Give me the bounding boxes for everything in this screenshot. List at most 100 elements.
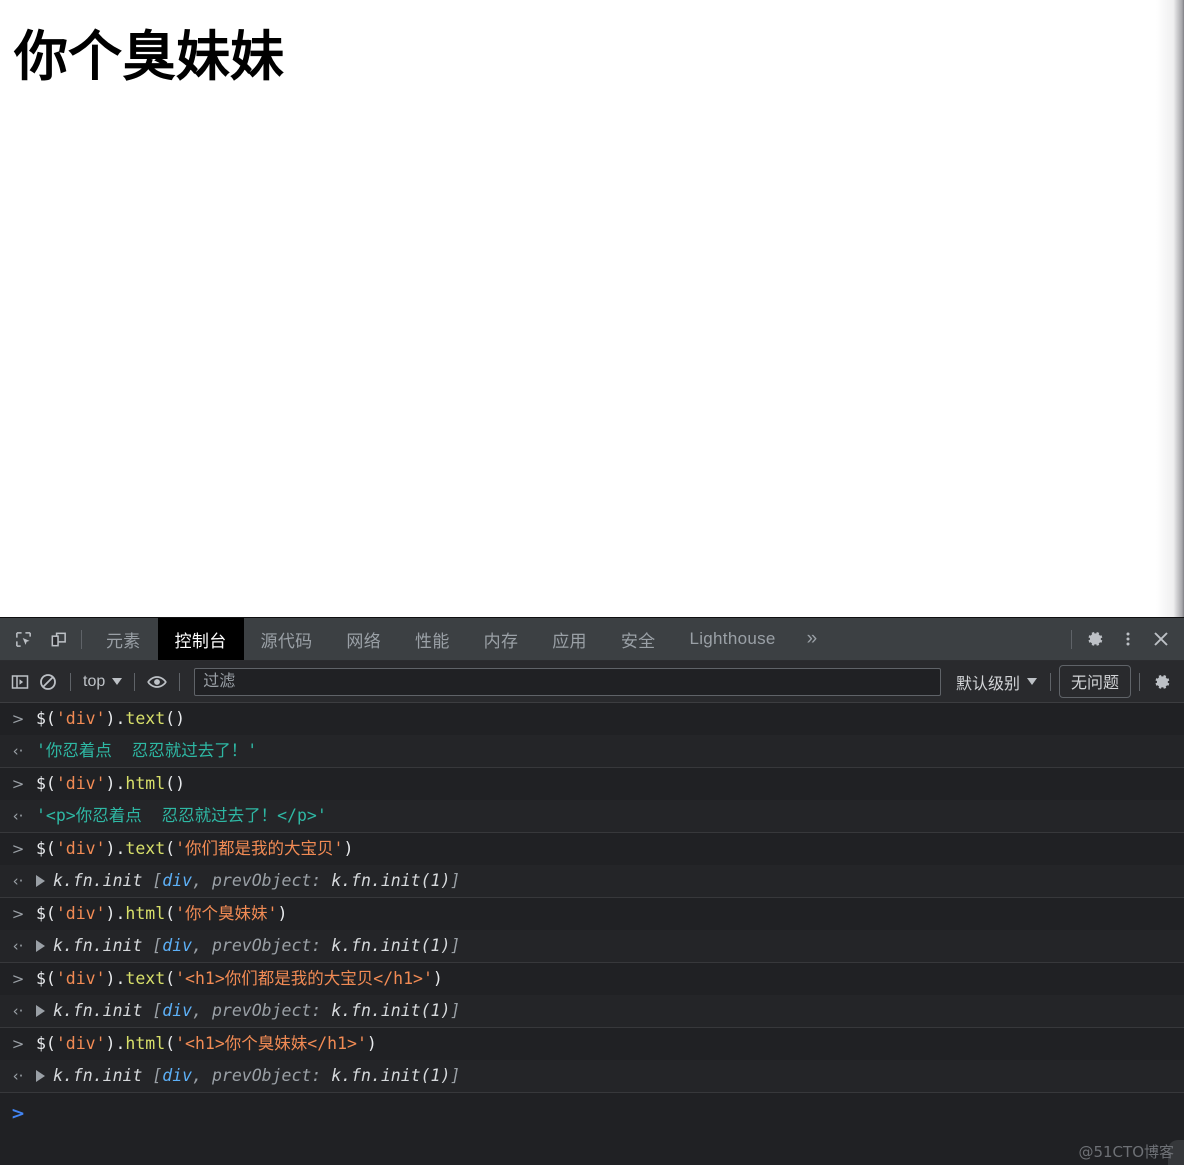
- log-token: ]: [450, 1066, 461, 1085]
- log-token: 'div': [55, 969, 106, 988]
- output-marker-icon: ‹·: [12, 1002, 24, 1020]
- console-output-row[interactable]: ‹· '你忍着点 忍忍就过去了！': [0, 735, 1184, 767]
- more-vertical-icon[interactable]: [1112, 624, 1143, 655]
- log-token: ): [366, 1034, 377, 1053]
- device-toolbar-icon[interactable]: [43, 624, 74, 655]
- log-token: prevObject:: [211, 936, 332, 955]
- console-input-row[interactable]: > $('div').html('你个臭妹妹'): [0, 898, 1184, 930]
- log-token: ).: [105, 1034, 126, 1053]
- console-log-group: > $('div').text() ‹· '你忍着点 忍忍就过去了！': [0, 703, 1184, 768]
- log-token: [: [152, 871, 163, 890]
- log-token: prevObject:: [211, 1001, 332, 1020]
- log-token: $(: [36, 969, 56, 988]
- log-token: ): [343, 839, 354, 858]
- log-token: text: [125, 709, 166, 728]
- issues-button[interactable]: 无问题: [1058, 665, 1131, 698]
- gear-icon[interactable]: [1148, 668, 1176, 696]
- console-output-row[interactable]: ‹· '<p>你忍着点 忍忍就过去了！</p>': [0, 800, 1184, 832]
- devtools-tabstrip: 元素 控制台 源代码 网络 性能 内存 应用 安全 Lighthouse »: [0, 618, 1184, 661]
- viewport-edge-shadow: [1156, 0, 1184, 617]
- console-output-row[interactable]: ‹· k.fn.init [div, prevObject: k.fn.init(…: [0, 995, 1184, 1027]
- chevron-down-icon: [112, 678, 123, 685]
- console-input-expression: $('div').html('<h1>你个臭妹妹</h1>'): [36, 1031, 1184, 1057]
- input-marker-icon: >: [11, 710, 25, 728]
- log-token: '你个臭妹妹': [175, 904, 278, 923]
- chevron-down-icon: [1026, 678, 1037, 685]
- watermark: @51CTO博客: [1078, 1143, 1174, 1161]
- log-level-select[interactable]: 默认级别: [951, 667, 1042, 697]
- gear-icon[interactable]: [1079, 624, 1110, 655]
- page-title: 你个臭妹妹: [14, 25, 284, 88]
- log-token: 'div': [55, 1034, 106, 1053]
- tab-console[interactable]: 控制台: [157, 618, 244, 660]
- console-input-row[interactable]: > $('div').html('<h1>你个臭妹妹</h1>'): [0, 1028, 1184, 1060]
- tab-network[interactable]: 网络: [329, 618, 398, 660]
- log-token: ): [432, 969, 443, 988]
- console-input-row[interactable]: > $('div').text('你们都是我的大宝贝'): [0, 833, 1184, 865]
- expand-triangle-icon[interactable]: [36, 939, 45, 952]
- expand-triangle-icon[interactable]: [36, 1004, 45, 1017]
- log-token: ]: [450, 1001, 461, 1020]
- log-token: [: [152, 1001, 163, 1020]
- console-input-expression: $('div').text(): [36, 706, 1184, 732]
- tab-elements[interactable]: 元素: [89, 618, 158, 660]
- input-marker-icon: >: [11, 970, 25, 988]
- console-input-row[interactable]: > $('div').text('<h1>你们都是我的大宝贝</h1>'): [0, 963, 1184, 995]
- console-sidebar-icon[interactable]: [6, 668, 34, 696]
- expand-triangle-icon[interactable]: [36, 1069, 45, 1082]
- console-prompt-input[interactable]: [36, 1103, 1184, 1125]
- log-token: ).: [105, 839, 126, 858]
- log-token: text: [125, 969, 166, 988]
- expand-triangle-icon[interactable]: [36, 874, 45, 887]
- tab-application[interactable]: 应用: [535, 618, 604, 660]
- console-log-area[interactable]: > $('div').text() ‹· '你忍着点 忍忍就过去了！' > $('div'…: [0, 703, 1184, 1165]
- console-input-expression: $('div').text('<h1>你们都是我的大宝贝</h1>'): [36, 966, 1184, 992]
- prompt-caret-icon: >: [10, 1104, 26, 1124]
- console-output-value: k.fn.init [div, prevObject: k.fn.init(1)…: [36, 868, 1184, 894]
- console-output-row[interactable]: ‹· k.fn.init [div, prevObject: k.fn.init(…: [0, 930, 1184, 962]
- log-token: ).: [105, 969, 126, 988]
- output-marker-icon: ‹·: [12, 937, 24, 955]
- console-log-group: > $('div').html('<h1>你个臭妹妹</h1>') ‹· k.fn.i…: [0, 1028, 1184, 1093]
- console-toolbar: top 默认级别 无问题: [0, 661, 1184, 703]
- console-prompt-row[interactable]: >: [0, 1093, 1184, 1131]
- execution-context-value: top: [83, 672, 106, 690]
- console-log-group: > $('div').html() ‹· '<p>你忍着点 忍忍就过去了！</p>': [0, 768, 1184, 833]
- execution-context-select[interactable]: top: [79, 671, 126, 693]
- log-token: $(: [36, 904, 56, 923]
- toolbar-divider-2: [134, 672, 136, 691]
- console-output-value: k.fn.init [div, prevObject: k.fn.init(1)…: [36, 998, 1184, 1024]
- inspect-element-icon[interactable]: [8, 624, 39, 655]
- more-tabs-icon[interactable]: »: [793, 618, 832, 660]
- live-expression-icon[interactable]: [143, 668, 171, 696]
- filter-input[interactable]: [194, 667, 941, 696]
- tab-sources[interactable]: 源代码: [244, 618, 330, 660]
- clear-console-icon[interactable]: [34, 668, 62, 696]
- console-input-expression: $('div').text('你们都是我的大宝贝'): [36, 836, 1184, 862]
- log-token: html: [125, 1034, 166, 1053]
- log-token: ,: [192, 1001, 212, 1020]
- log-token: div: [162, 936, 193, 955]
- log-token: (: [165, 904, 176, 923]
- console-log-list: > $('div').text() ‹· '你忍着点 忍忍就过去了！' > $('div'…: [0, 703, 1184, 1093]
- console-input-row[interactable]: > $('div').text(): [0, 703, 1184, 735]
- tab-lighthouse[interactable]: Lighthouse: [672, 618, 792, 660]
- toolbar-divider-5: [1139, 672, 1140, 691]
- tab-memory[interactable]: 内存: [467, 618, 536, 660]
- devtools-panel: 元素 控制台 源代码 网络 性能 内存 应用 安全 Lighthouse » t…: [0, 617, 1184, 1165]
- close-icon[interactable]: [1145, 624, 1176, 655]
- log-token: div: [162, 871, 193, 890]
- console-output-row[interactable]: ‹· k.fn.init [div, prevObject: k.fn.init(…: [0, 865, 1184, 897]
- log-token: ): [277, 904, 288, 923]
- log-token: [: [152, 1066, 163, 1085]
- log-token: div: [162, 1066, 193, 1085]
- console-output-row[interactable]: ‹· k.fn.init [div, prevObject: k.fn.init(…: [0, 1060, 1184, 1092]
- toolbar-divider-4: [1049, 672, 1051, 691]
- console-input-row[interactable]: > $('div').html(): [0, 768, 1184, 800]
- log-token: text: [125, 839, 166, 858]
- tab-security[interactable]: 安全: [604, 618, 673, 660]
- tab-performance[interactable]: 性能: [398, 618, 467, 660]
- log-token: ,: [192, 871, 212, 890]
- devtools-left-icons: [0, 618, 74, 660]
- log-token: (: [165, 969, 176, 988]
